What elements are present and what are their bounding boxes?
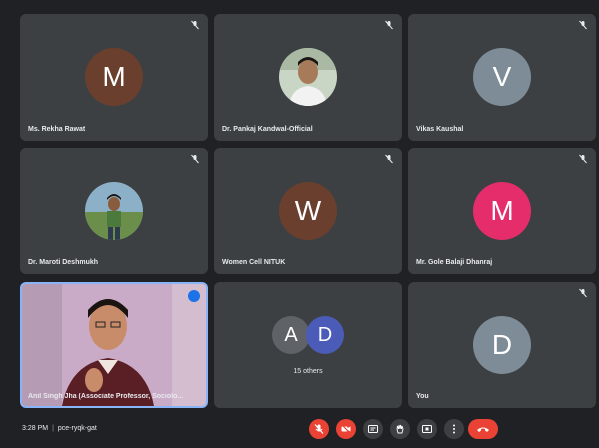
more-options-button[interactable] [444,419,464,439]
avatar: D [306,316,344,354]
speaking-indicator [188,290,200,302]
mic-muted-icon [385,20,393,30]
camera-off-icon [341,424,351,434]
mic-muted-icon [579,288,587,298]
avatar: V [473,48,531,106]
profile-photo [85,182,143,240]
meeting-code: pce-ryqk-gat [57,425,97,432]
meeting-time: 3:28 PM [22,425,49,432]
participant-tile-others[interactable]: A D 15 others [214,282,402,408]
participant-tile-anil-video[interactable]: Anil Singh Jha (Associate Professor, Soc… [20,282,208,408]
end-call-button[interactable] [468,419,498,439]
more-options-icon [453,424,455,434]
participant-tile-you[interactable]: D You [408,282,596,408]
end-call-icon [477,427,489,432]
participant-tile-pankaj[interactable]: Dr. Pankaj Kandwal-Official [214,14,402,141]
mic-muted-icon [385,154,393,164]
raise-hand-icon [396,424,404,434]
participant-tile-gole[interactable]: M Mr. Gole Balaji Dhanraj [408,148,596,274]
mic-muted-icon [191,154,199,164]
participant-name: Dr. Maroti Deshmukh [28,259,99,266]
participant-name: Anil Singh Jha (Associate Professor, Soc… [28,393,184,400]
avatar: W [279,182,337,240]
avatar: M [473,182,531,240]
raise-hand-button[interactable] [390,419,410,439]
participant-name: Vikas Kaushal [416,126,464,133]
participant-name: Mr. Gole Balaji Dhanraj [416,259,493,266]
participant-tile-women-cell[interactable]: W Women Cell NITUK [214,148,402,274]
participant-name: You [416,393,429,400]
participant-video [22,284,206,406]
avatar: D [473,316,531,374]
mic-toggle-button[interactable] [309,419,329,439]
participant-name: Ms. Rekha Rawat [28,126,86,133]
profile-photo [279,48,337,106]
participant-tile-rekha[interactable]: M Ms. Rekha Rawat [20,14,208,141]
mic-muted-icon [579,154,587,164]
mic-muted-icon [579,20,587,30]
captions-button[interactable] [363,419,383,439]
meeting-details: 3:28 PM | pce-ryqk-gat [22,425,97,432]
present-button[interactable] [417,419,437,439]
mic-off-icon [314,424,324,434]
captions-icon [368,425,378,433]
participant-tile-maroti[interactable]: Dr. Maroti Deshmukh [20,148,208,274]
participant-tile-vikas[interactable]: V Vikas Kaushal [408,14,596,141]
camera-toggle-button[interactable] [336,419,356,439]
participant-name: Women Cell NITUK [222,259,286,266]
others-count-label: 15 others [293,368,323,375]
separator: | [52,425,54,432]
mic-muted-icon [191,20,199,30]
avatar: A [272,316,310,354]
avatar: M [85,48,143,106]
participant-name: Dr. Pankaj Kandwal-Official [222,126,313,133]
present-icon [422,425,432,433]
